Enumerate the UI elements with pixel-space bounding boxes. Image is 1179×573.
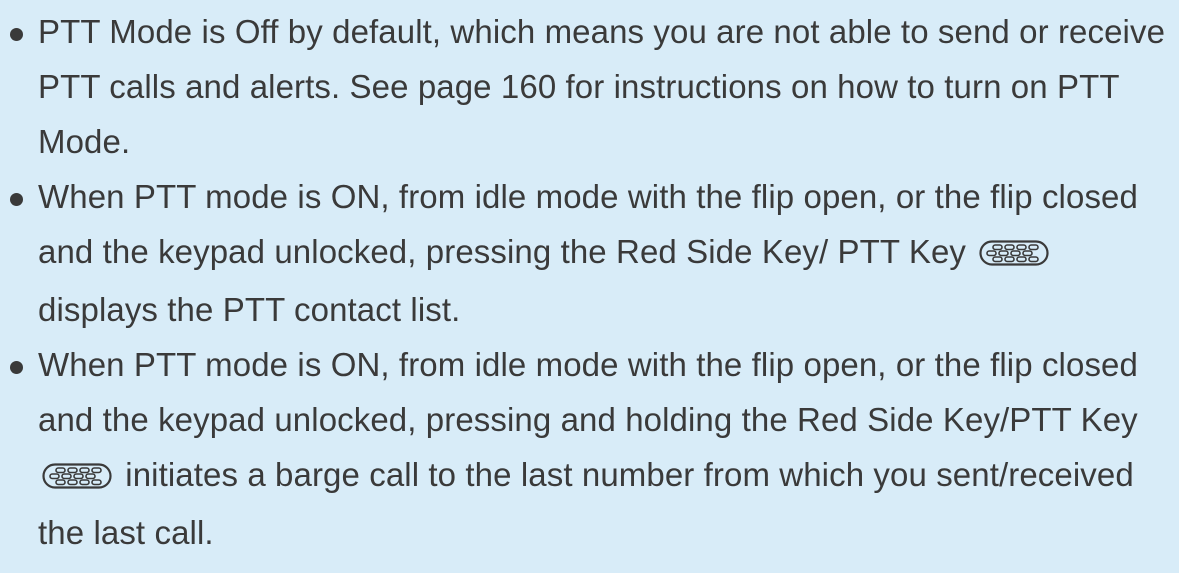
bullet-text: displays the PTT contact list. [38,291,461,328]
bullet-list: PTT Mode is Off by default, which means … [0,4,1179,560]
document-page: PTT Mode is Off by default, which means … [0,0,1179,573]
list-item: When PTT mode is ON, from idle mode with… [0,337,1179,560]
list-item: PTT Mode is Off by default, which means … [0,4,1179,169]
bullet-dot [10,361,23,374]
bullet-dot [10,28,23,41]
bullet-text: When PTT mode is ON, from idle mode with… [38,346,1138,438]
list-item: When PTT mode is ON, from idle mode with… [0,169,1179,337]
bullet-dot [10,193,23,206]
ptt-key-icon [979,227,1049,282]
bullet-text: PTT Mode is Off by default, which means … [38,13,1166,160]
bullet-text: When PTT mode is ON, from idle mode with… [38,178,1138,270]
ptt-key-icon [42,450,112,505]
bullet-text: initiates a barge call to the last numbe… [38,456,1134,551]
